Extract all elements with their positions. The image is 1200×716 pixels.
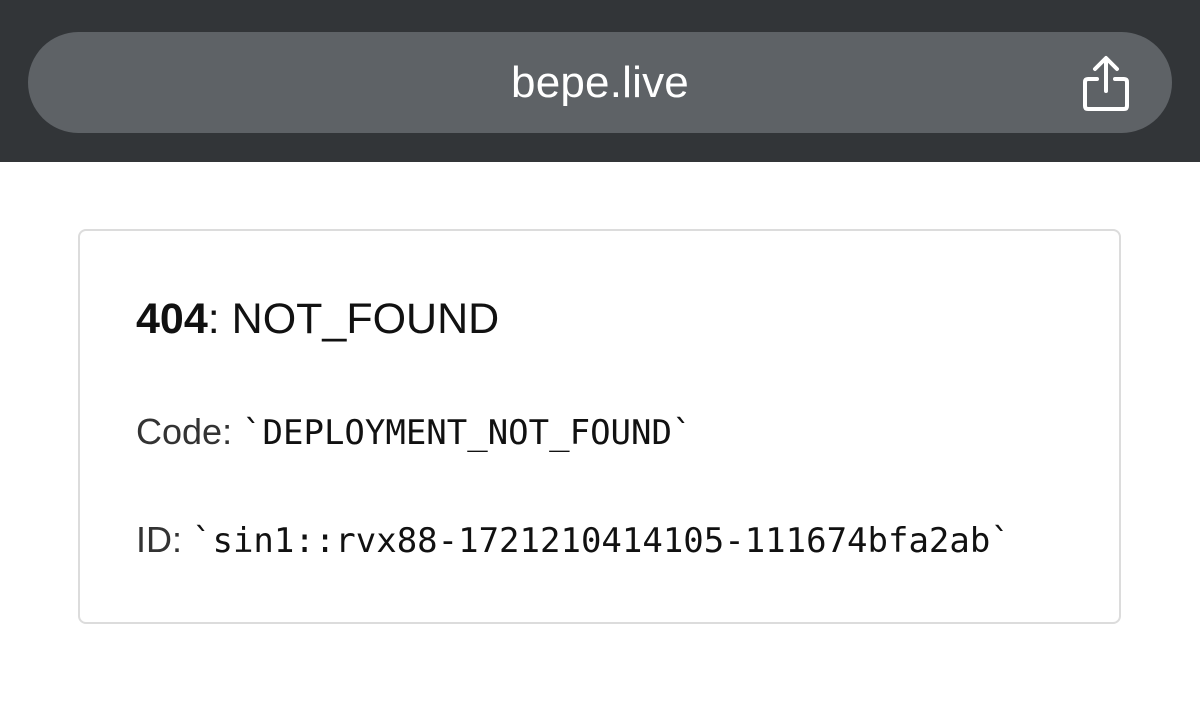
share-icon[interactable] — [1078, 55, 1134, 113]
status-separator: : — [207, 295, 232, 343]
status-text: NOT_FOUND — [231, 295, 500, 343]
id-label: ID: — [136, 519, 193, 560]
browser-toolbar: bepe.live — [0, 0, 1200, 162]
code-label: Code: — [136, 411, 243, 452]
url-text[interactable]: bepe.live — [28, 32, 1172, 133]
error-title: 404: NOT_FOUND — [136, 295, 499, 344]
address-bar[interactable]: bepe.live — [28, 32, 1172, 133]
error-card: 404: NOT_FOUND Code: `DEPLOYMENT_NOT_FOU… — [78, 229, 1121, 624]
code-value: `DEPLOYMENT_NOT_FOUND` — [242, 413, 693, 453]
status-code: 404 — [136, 295, 208, 343]
error-id-line: ID: `sin1::rvx88-1721210414105-111674bfa… — [136, 519, 1011, 561]
id-value: `sin1::rvx88-1721210414105-111674bfa2ab` — [192, 521, 1011, 561]
error-code-line: Code: `DEPLOYMENT_NOT_FOUND` — [136, 411, 692, 453]
